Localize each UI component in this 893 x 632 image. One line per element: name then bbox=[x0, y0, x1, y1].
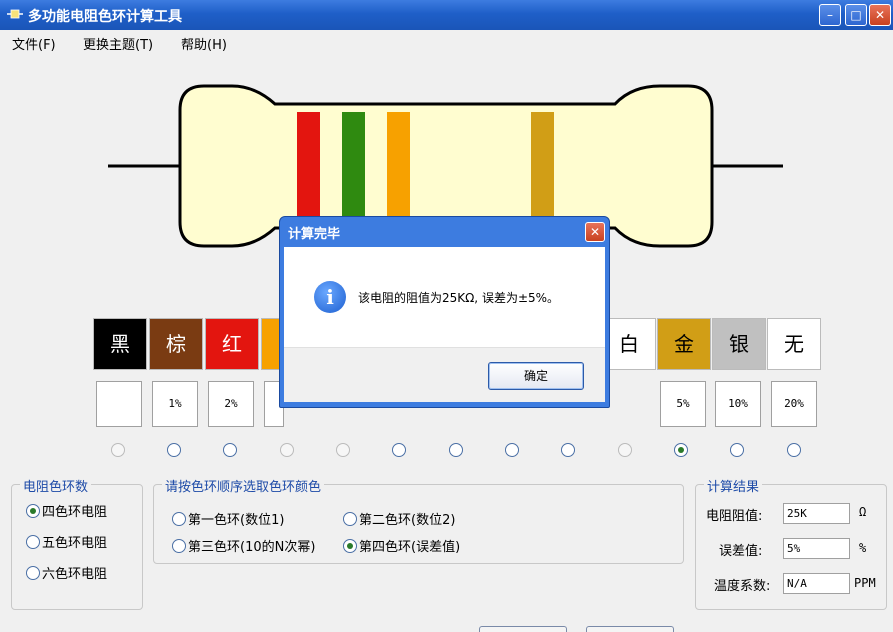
dialog-footer: 确定 bbox=[284, 347, 605, 402]
bottom-button-2[interactable] bbox=[586, 626, 674, 632]
color-swatch-black[interactable]: 黑 bbox=[93, 318, 147, 370]
ok-button[interactable]: 确定 bbox=[488, 362, 584, 390]
band-count-title: 电阻色环数 bbox=[20, 476, 92, 495]
tolerance-field[interactable]: 5% bbox=[783, 538, 850, 559]
result-title: 计算结果 bbox=[704, 476, 763, 495]
tolerance-box bbox=[96, 381, 142, 427]
color-swatch-brown[interactable]: 棕 bbox=[149, 318, 203, 370]
tolerance-box: 20% bbox=[771, 381, 817, 427]
color-radio-grey[interactable] bbox=[561, 443, 575, 457]
option-band-2-label: 第二色环(数位2) bbox=[359, 513, 456, 528]
close-button[interactable]: ✕ bbox=[869, 4, 891, 26]
color-radio-gold[interactable] bbox=[674, 443, 688, 457]
radio-band-3[interactable] bbox=[172, 539, 186, 553]
option-four-band[interactable]: 四色环电阻 bbox=[26, 501, 107, 520]
dialog-title: 计算完毕 bbox=[288, 227, 341, 242]
resistor-band-1 bbox=[297, 112, 320, 218]
menu-file[interactable]: 文件(F) bbox=[12, 34, 56, 53]
option-band-4[interactable]: 第四色环(误差值) bbox=[343, 536, 460, 555]
tolerance-box: 1% bbox=[152, 381, 198, 427]
resistance-field[interactable]: 25K bbox=[783, 503, 850, 524]
tempco-field[interactable]: N/A bbox=[783, 573, 850, 594]
tempco-unit: PPM bbox=[854, 576, 876, 590]
radio-six-band[interactable] bbox=[26, 566, 40, 580]
option-band-1[interactable]: 第一色环(数位1) bbox=[172, 509, 284, 528]
option-six-band[interactable]: 六色环电阻 bbox=[26, 563, 107, 582]
option-band-3[interactable]: 第三色环(10的N次幂) bbox=[172, 536, 315, 555]
option-four-band-label: 四色环电阻 bbox=[42, 505, 108, 520]
option-five-band[interactable]: 五色环电阻 bbox=[26, 532, 107, 551]
color-radio-none[interactable] bbox=[787, 443, 801, 457]
band-count-group: 电阻色环数 四色环电阻 五色环电阻 六色环电阻 bbox=[11, 476, 143, 610]
maximize-button[interactable]: □ bbox=[845, 4, 867, 26]
result-group: 计算结果 电阻阻值: 25K Ω 误差值: 5% % 温度系数: N/A PPM bbox=[695, 476, 887, 610]
option-five-band-label: 五色环电阻 bbox=[42, 536, 108, 551]
resistor-band-2 bbox=[342, 112, 365, 218]
band-select-group: 请按色环顺序选取色环颜色 第一色环(数位1) 第二色环(数位2) 第三色环(10… bbox=[153, 476, 684, 564]
color-radio-yellow[interactable] bbox=[336, 443, 350, 457]
color-radio-blue[interactable] bbox=[449, 443, 463, 457]
band-select-title: 请按色环顺序选取色环颜色 bbox=[162, 476, 325, 495]
tolerance-unit: % bbox=[859, 541, 867, 555]
color-swatch-silver[interactable]: 银 bbox=[712, 318, 766, 370]
color-swatch-orange[interactable] bbox=[261, 318, 281, 370]
resistance-label: 电阻阻值: bbox=[706, 509, 763, 524]
color-radio-silver[interactable] bbox=[730, 443, 744, 457]
tolerance-box: 2% bbox=[208, 381, 254, 427]
color-swatch-gold[interactable]: 金 bbox=[657, 318, 711, 370]
resistor-band-3 bbox=[387, 112, 410, 218]
color-radio-red[interactable] bbox=[223, 443, 237, 457]
color-radio-green[interactable] bbox=[392, 443, 406, 457]
radio-band-1[interactable] bbox=[172, 512, 186, 526]
color-radio-white[interactable] bbox=[618, 443, 632, 457]
resistance-unit: Ω bbox=[859, 505, 867, 519]
radio-band-2[interactable] bbox=[343, 512, 357, 526]
dialog-message: 该电阻的阻值为25KΩ, 误差为±5%。 bbox=[358, 291, 560, 305]
dialog-close-button[interactable]: ✕ bbox=[585, 222, 605, 242]
dialog-body: i 该电阻的阻值为25KΩ, 误差为±5%。 确定 bbox=[284, 247, 605, 402]
tolerance-box: 10% bbox=[715, 381, 761, 427]
option-band-1-label: 第一色环(数位1) bbox=[188, 513, 285, 528]
color-swatch-none[interactable]: 无 bbox=[767, 318, 821, 370]
color-radio-orange[interactable] bbox=[280, 443, 294, 457]
bottom-button-1[interactable] bbox=[479, 626, 567, 632]
option-six-band-label: 六色环电阻 bbox=[42, 567, 108, 582]
color-swatch-white[interactable]: 白 bbox=[602, 318, 656, 370]
resistor-band-4 bbox=[531, 112, 554, 218]
color-radio-brown[interactable] bbox=[167, 443, 181, 457]
tempco-label: 温度系数: bbox=[714, 579, 771, 594]
radio-five-band[interactable] bbox=[26, 535, 40, 549]
minimize-button[interactable]: – bbox=[819, 4, 841, 26]
color-radio-black[interactable] bbox=[111, 443, 125, 457]
menu-bar: 文件(F) 更换主题(T) 帮助(H) bbox=[0, 30, 893, 54]
color-radio-violet[interactable] bbox=[505, 443, 519, 457]
tolerance-label: 误差值: bbox=[719, 544, 763, 559]
menu-help[interactable]: 帮助(H) bbox=[181, 34, 227, 53]
option-band-3-label: 第三色环(10的N次幂) bbox=[188, 540, 316, 555]
app-icon bbox=[7, 9, 23, 19]
color-swatch-red[interactable]: 红 bbox=[205, 318, 259, 370]
option-band-2[interactable]: 第二色环(数位2) bbox=[343, 509, 455, 528]
info-icon: i bbox=[314, 281, 346, 313]
result-dialog: 计算完毕 ✕ i 该电阻的阻值为25KΩ, 误差为±5%。 确定 bbox=[279, 216, 610, 408]
option-band-4-label: 第四色环(误差值) bbox=[359, 540, 461, 555]
radio-four-band[interactable] bbox=[26, 504, 40, 518]
tolerance-box: 5% bbox=[660, 381, 706, 427]
window-title: 多功能电阻色环计算工具 bbox=[28, 9, 182, 25]
title-bar: 多功能电阻色环计算工具 – □ ✕ bbox=[0, 0, 893, 30]
radio-band-4[interactable] bbox=[343, 539, 357, 553]
menu-theme[interactable]: 更换主题(T) bbox=[83, 34, 153, 53]
